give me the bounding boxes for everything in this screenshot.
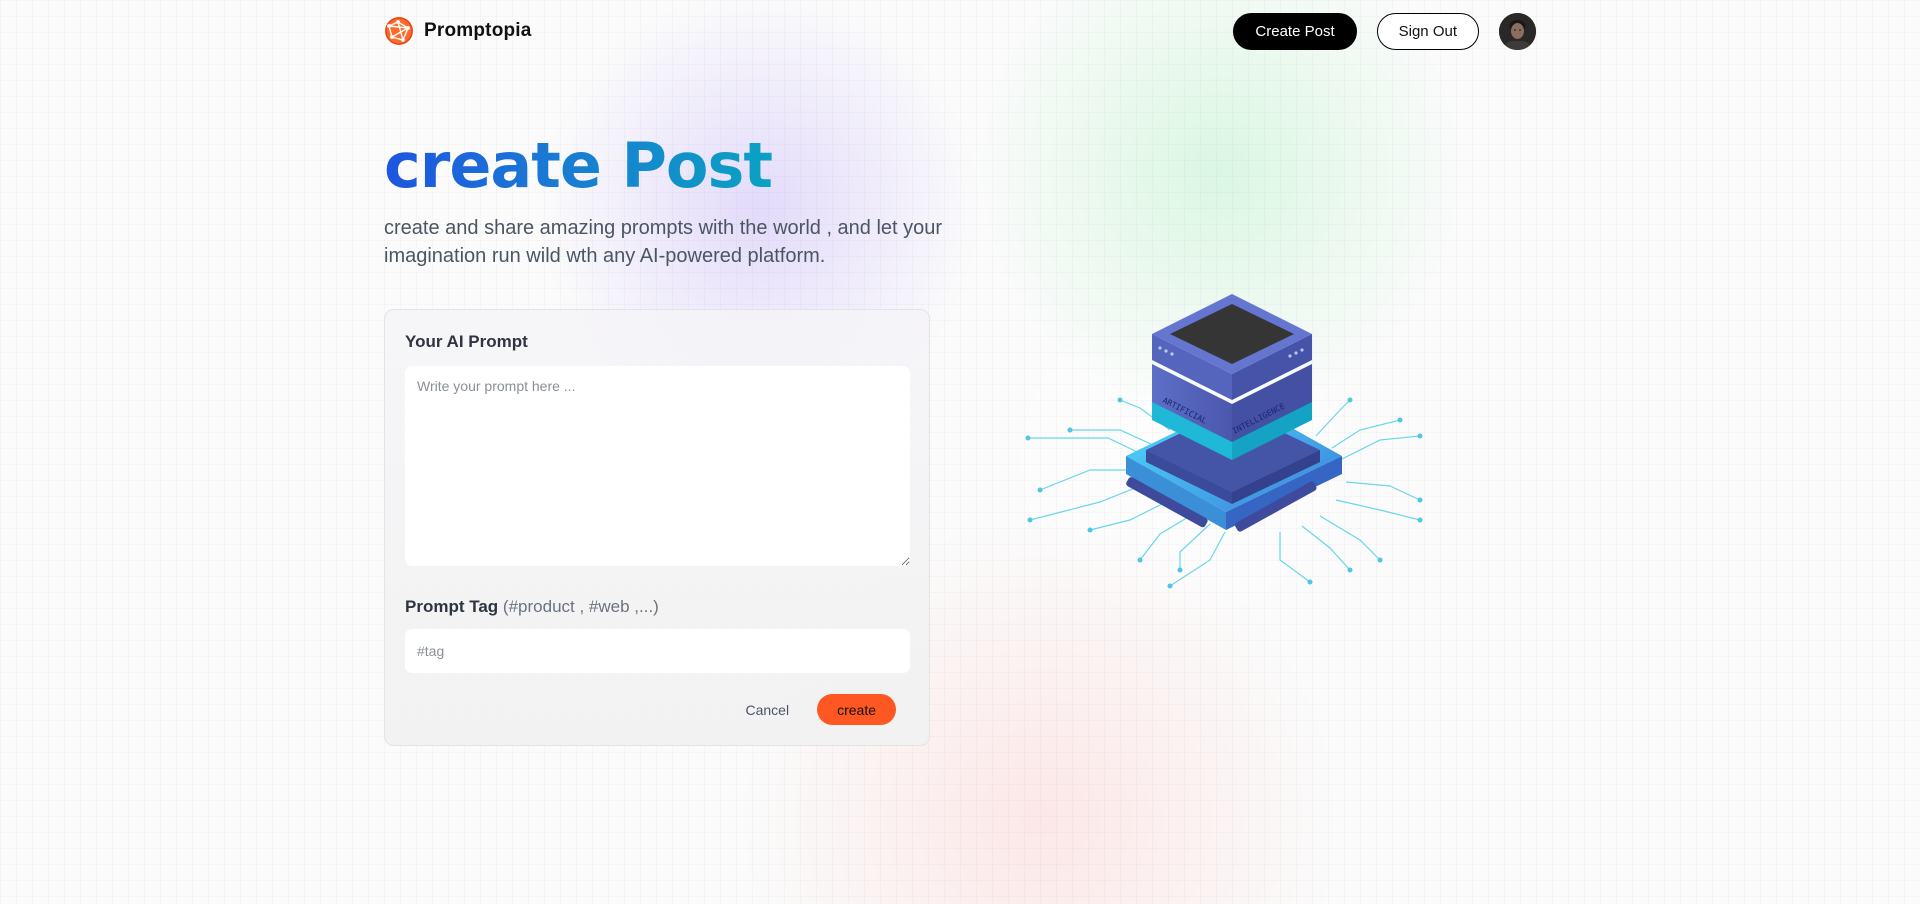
- form-actions: Cancel create: [745, 694, 896, 725]
- page-title: create Post: [384, 129, 773, 202]
- prompt-label: Your AI Prompt: [405, 332, 528, 351]
- navbar: Promptopia Create Post Sign Out: [384, 12, 1536, 50]
- globe-logo-icon: [384, 16, 414, 46]
- brand-home-link[interactable]: Promptopia: [384, 16, 532, 46]
- tag-label-row: Prompt Tag (#product , #web ,...): [405, 597, 909, 617]
- tag-label: Prompt Tag: [405, 597, 499, 616]
- brand-name: Promptopia: [424, 20, 532, 41]
- user-avatar[interactable]: [1499, 12, 1536, 50]
- prompt-textarea[interactable]: [405, 366, 910, 566]
- nav-actions: Create Post Sign Out: [1233, 12, 1536, 50]
- page-description: create and share amazing prompts with th…: [384, 217, 943, 267]
- tag-input[interactable]: [405, 629, 910, 673]
- background-grid: [0, 0, 1920, 904]
- tag-hint: (#product , #web ,...): [502, 597, 659, 616]
- ai-server-chip-illustration: ARTIFICIAL INTELLIGENCE: [1020, 290, 1440, 610]
- background-glow: [0, 0, 1920, 904]
- create-post-button[interactable]: Create Post: [1233, 12, 1357, 50]
- create-post-form: Your AI Prompt Prompt Tag (#product , #w…: [384, 309, 930, 746]
- submit-create-button[interactable]: create: [817, 694, 896, 725]
- cancel-button[interactable]: Cancel: [745, 702, 789, 718]
- sign-out-button[interactable]: Sign Out: [1376, 12, 1479, 50]
